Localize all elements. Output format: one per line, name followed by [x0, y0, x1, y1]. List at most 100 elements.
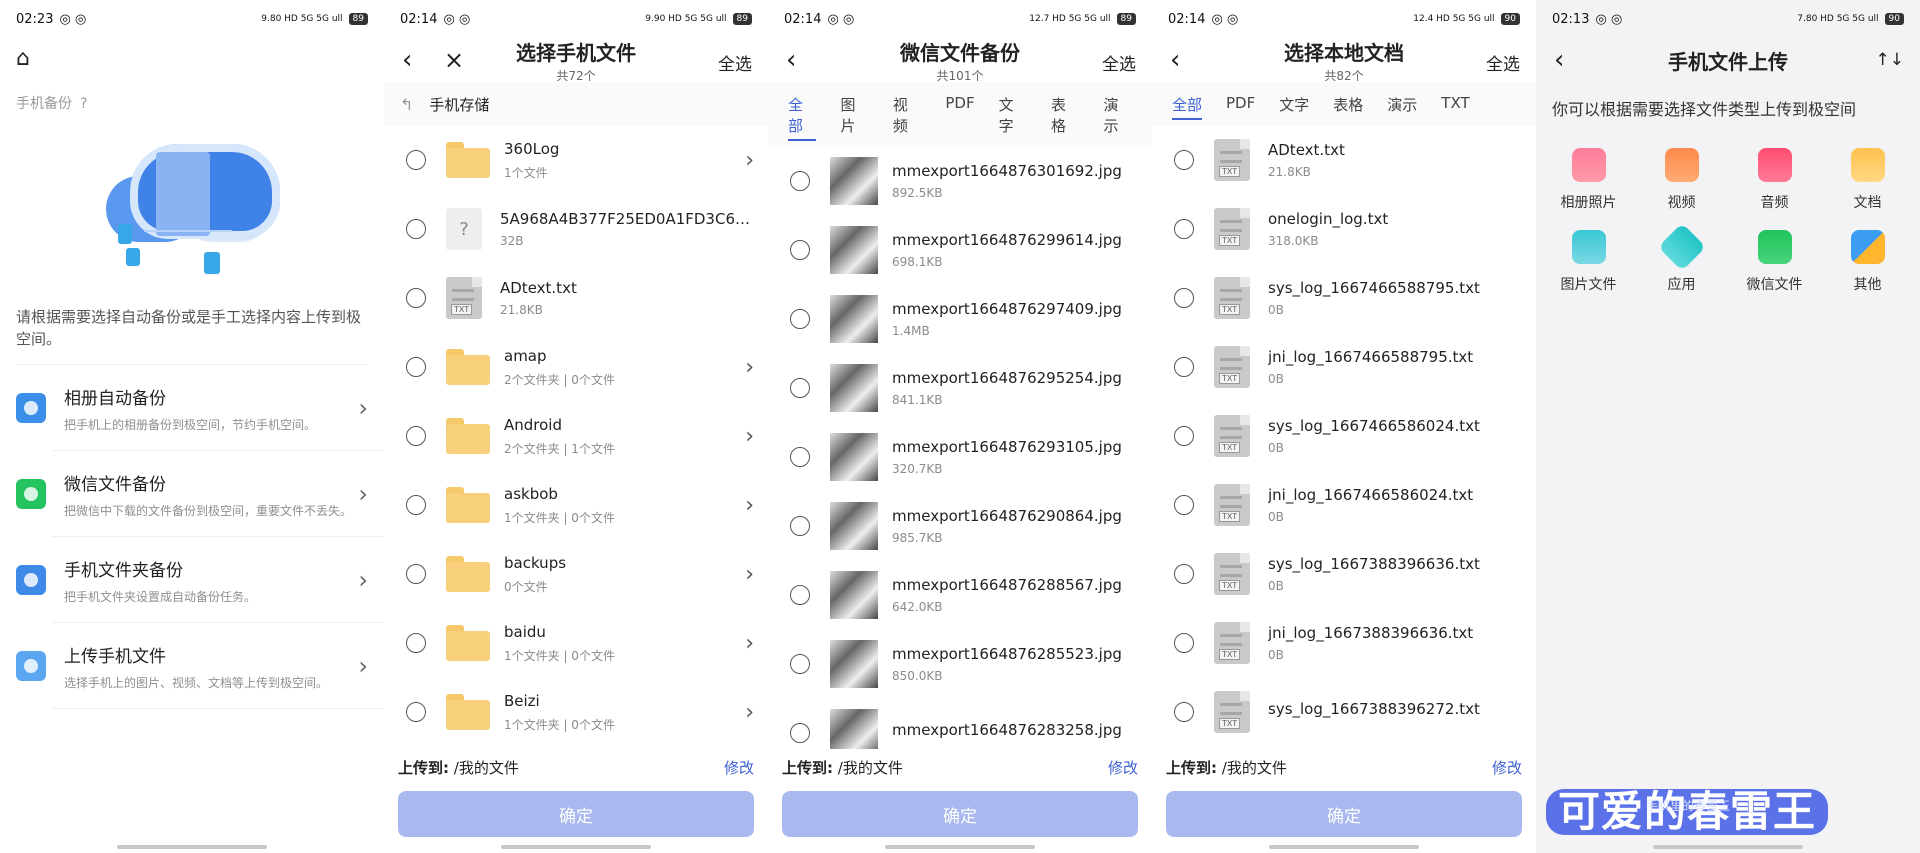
- list-item[interactable]: mmexport1664876290864.jpg 985.7KB: [768, 492, 1152, 561]
- grid-audio[interactable]: 音频: [1732, 148, 1817, 212]
- help-icon[interactable]: ?: [80, 96, 87, 112]
- grid-image-files[interactable]: 图片文件: [1546, 230, 1631, 294]
- radio-button[interactable]: [406, 288, 426, 308]
- backup-wechat-item[interactable]: 微信文件备份 把微信中下载的文件备份到极空间，重要文件不丢失。 ›: [0, 451, 384, 537]
- radio-button[interactable]: [790, 309, 810, 329]
- backup-folder-item[interactable]: 手机文件夹备份 把手机文件夹设置成自动备份任务。 ›: [0, 537, 384, 623]
- select-all-button[interactable]: 全选: [1102, 50, 1136, 75]
- radio-button[interactable]: [790, 723, 810, 743]
- upload-file-item[interactable]: 上传手机文件 选择手机上的图片、视频、文档等上传到极空间。 ›: [0, 623, 384, 709]
- list-item[interactable]: Beizi 1个文件夹 | 0个文件 ›: [384, 678, 768, 747]
- edit-button[interactable]: 修改: [1108, 757, 1138, 778]
- radio-button[interactable]: [406, 426, 426, 446]
- radio-button[interactable]: [790, 516, 810, 536]
- radio-button[interactable]: [1174, 495, 1194, 515]
- list-item[interactable]: 360Log 1个文件 ›: [384, 126, 768, 195]
- confirm-button[interactable]: 确定: [782, 791, 1138, 837]
- list-item[interactable]: TXT ADtext.txt 21.8KB: [1152, 126, 1536, 195]
- radio-button[interactable]: [1174, 702, 1194, 722]
- radio-button[interactable]: [790, 240, 810, 260]
- tab-txt[interactable]: TXT: [1441, 94, 1469, 120]
- radio-button[interactable]: [1174, 219, 1194, 239]
- grid-wechat-files[interactable]: 微信文件: [1732, 230, 1817, 294]
- tab-images[interactable]: 图片: [840, 94, 868, 141]
- list-item[interactable]: askbob 1个文件夹 | 0个文件 ›: [384, 471, 768, 540]
- list-item[interactable]: baidu 1个文件夹 | 0个文件 ›: [384, 609, 768, 678]
- radio-button[interactable]: [790, 378, 810, 398]
- grid-documents[interactable]: 文档: [1825, 148, 1910, 212]
- close-icon[interactable]: ×: [444, 46, 464, 74]
- radio-button[interactable]: [406, 564, 426, 584]
- list-item[interactable]: TXT jni_log_1667466588795.txt 0B: [1152, 333, 1536, 402]
- sort-icon[interactable]: ↑↓: [1876, 50, 1905, 70]
- list-item[interactable]: ? 5A968A4B377F25ED0A1FD3C67B0CEE31 32B: [384, 195, 768, 264]
- radio-button[interactable]: [406, 495, 426, 515]
- tab-sheet[interactable]: 表格: [1333, 94, 1363, 120]
- radio-button[interactable]: [1174, 357, 1194, 377]
- tab-pdf[interactable]: PDF: [1226, 94, 1255, 120]
- confirm-button[interactable]: 确定: [398, 791, 754, 837]
- list-item[interactable]: mmexport1664876297409.jpg 1.4MB: [768, 285, 1152, 354]
- radio-button[interactable]: [790, 654, 810, 674]
- back-icon[interactable]: ‹: [786, 47, 796, 73]
- back-icon[interactable]: ‹: [1170, 47, 1180, 73]
- radio-button[interactable]: [1174, 150, 1194, 170]
- radio-button[interactable]: [790, 585, 810, 605]
- confirm-button[interactable]: 确定: [1166, 791, 1522, 837]
- radio-button[interactable]: [406, 219, 426, 239]
- tab-slides[interactable]: 演示: [1387, 94, 1417, 120]
- grid-photo[interactable]: 相册照片: [1546, 148, 1631, 212]
- radio-button[interactable]: [1174, 564, 1194, 584]
- edit-button[interactable]: 修改: [724, 757, 754, 778]
- list-item[interactable]: TXT jni_log_1667388396636.txt 0B: [1152, 609, 1536, 678]
- list-item[interactable]: TXT jni_log_1667466586024.txt 0B: [1152, 471, 1536, 540]
- list-item[interactable]: TXT sys_log_1667466586024.txt 0B: [1152, 402, 1536, 471]
- list-item[interactable]: mmexport1664876301692.jpg 892.5KB: [768, 147, 1152, 216]
- tab-videos[interactable]: 视频: [893, 94, 921, 141]
- home-icon[interactable]: ⌂: [0, 38, 384, 84]
- grid-label: 音频: [1760, 195, 1789, 211]
- radio-button[interactable]: [1174, 426, 1194, 446]
- radio-button[interactable]: [406, 357, 426, 377]
- select-all-button[interactable]: 全选: [718, 50, 752, 75]
- grid-apps[interactable]: 应用: [1639, 222, 1724, 294]
- list-item[interactable]: Android 2个文件夹 | 1个文件 ›: [384, 402, 768, 471]
- radio-button[interactable]: [790, 447, 810, 467]
- radio-button[interactable]: [1174, 288, 1194, 308]
- grid-label: 其他: [1853, 277, 1882, 293]
- list-item[interactable]: TXT sys_log_1667466588795.txt 0B: [1152, 264, 1536, 333]
- radio-button[interactable]: [1174, 633, 1194, 653]
- tab-pdf[interactable]: PDF: [945, 94, 974, 141]
- list-item[interactable]: mmexport1664876288567.jpg 642.0KB: [768, 561, 1152, 630]
- tab-sheet[interactable]: 表格: [1051, 94, 1079, 141]
- radio-button[interactable]: [406, 702, 426, 722]
- radio-button[interactable]: [406, 150, 426, 170]
- grid-other[interactable]: 其他: [1825, 230, 1910, 294]
- tab-all[interactable]: 全部: [1172, 94, 1203, 120]
- radio-button[interactable]: [406, 633, 426, 653]
- list-item[interactable]: TXT ADtext.txt 21.8KB: [384, 264, 768, 333]
- list-item[interactable]: TXT sys_log_1667388396272.txt: [1152, 678, 1536, 747]
- grid-label: 图片文件: [1560, 277, 1617, 293]
- list-item[interactable]: amap 2个文件夹 | 0个文件 ›: [384, 333, 768, 402]
- list-item[interactable]: mmexport1664876295254.jpg 841.1KB: [768, 354, 1152, 423]
- back-icon[interactable]: ‹: [1554, 47, 1564, 73]
- time-text: 02:14: [1168, 11, 1206, 27]
- edit-button[interactable]: 修改: [1492, 757, 1522, 778]
- tab-text[interactable]: 文字: [1279, 94, 1309, 120]
- backup-album-item[interactable]: 相册自动备份 把手机上的相册备份到极空间，节约手机空间。 ›: [0, 365, 384, 451]
- list-item[interactable]: TXT sys_log_1667388396636.txt 0B: [1152, 540, 1536, 609]
- up-arrow-icon[interactable]: ↰: [400, 95, 413, 114]
- radio-button[interactable]: [790, 171, 810, 191]
- tab-all[interactable]: 全部: [788, 94, 817, 141]
- select-all-button[interactable]: 全选: [1486, 50, 1520, 75]
- grid-video[interactable]: 视频: [1639, 148, 1724, 212]
- list-item[interactable]: TXT onelogin_log.txt 318.0KB: [1152, 195, 1536, 264]
- list-item[interactable]: mmexport1664876285523.jpg 850.0KB: [768, 630, 1152, 699]
- back-icon[interactable]: ‹: [402, 47, 412, 73]
- list-item[interactable]: backups 0个文件 ›: [384, 540, 768, 609]
- list-item[interactable]: mmexport1664876293105.jpg 320.7KB: [768, 423, 1152, 492]
- tab-slides[interactable]: 演示: [1104, 94, 1132, 141]
- list-item[interactable]: mmexport1664876299614.jpg 698.1KB: [768, 216, 1152, 285]
- tab-text[interactable]: 文字: [999, 94, 1027, 141]
